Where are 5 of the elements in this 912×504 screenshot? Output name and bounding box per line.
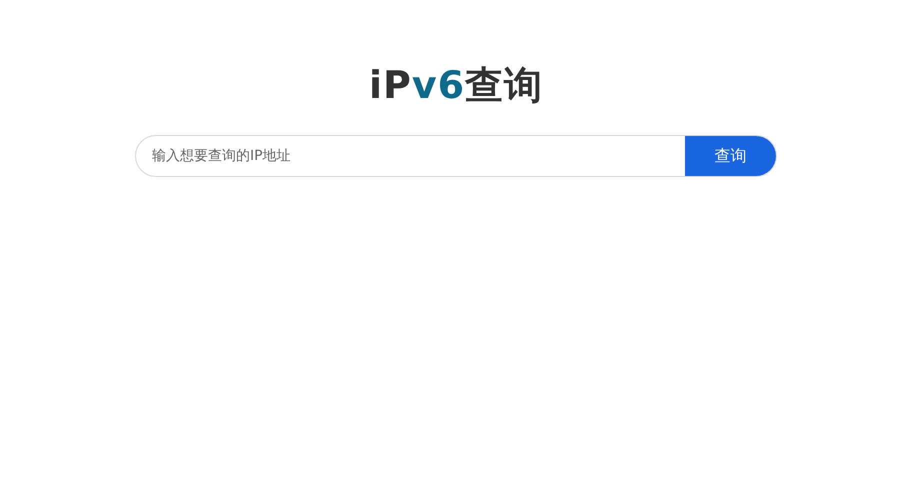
search-button[interactable]: 查询 bbox=[685, 136, 776, 176]
search-field[interactable]: 输入想要查询的IP地址 查询 bbox=[135, 135, 777, 177]
logo-text: iP bbox=[368, 63, 412, 107]
logo-text: 查询 bbox=[465, 63, 544, 107]
logo-text: v6 bbox=[412, 63, 466, 107]
